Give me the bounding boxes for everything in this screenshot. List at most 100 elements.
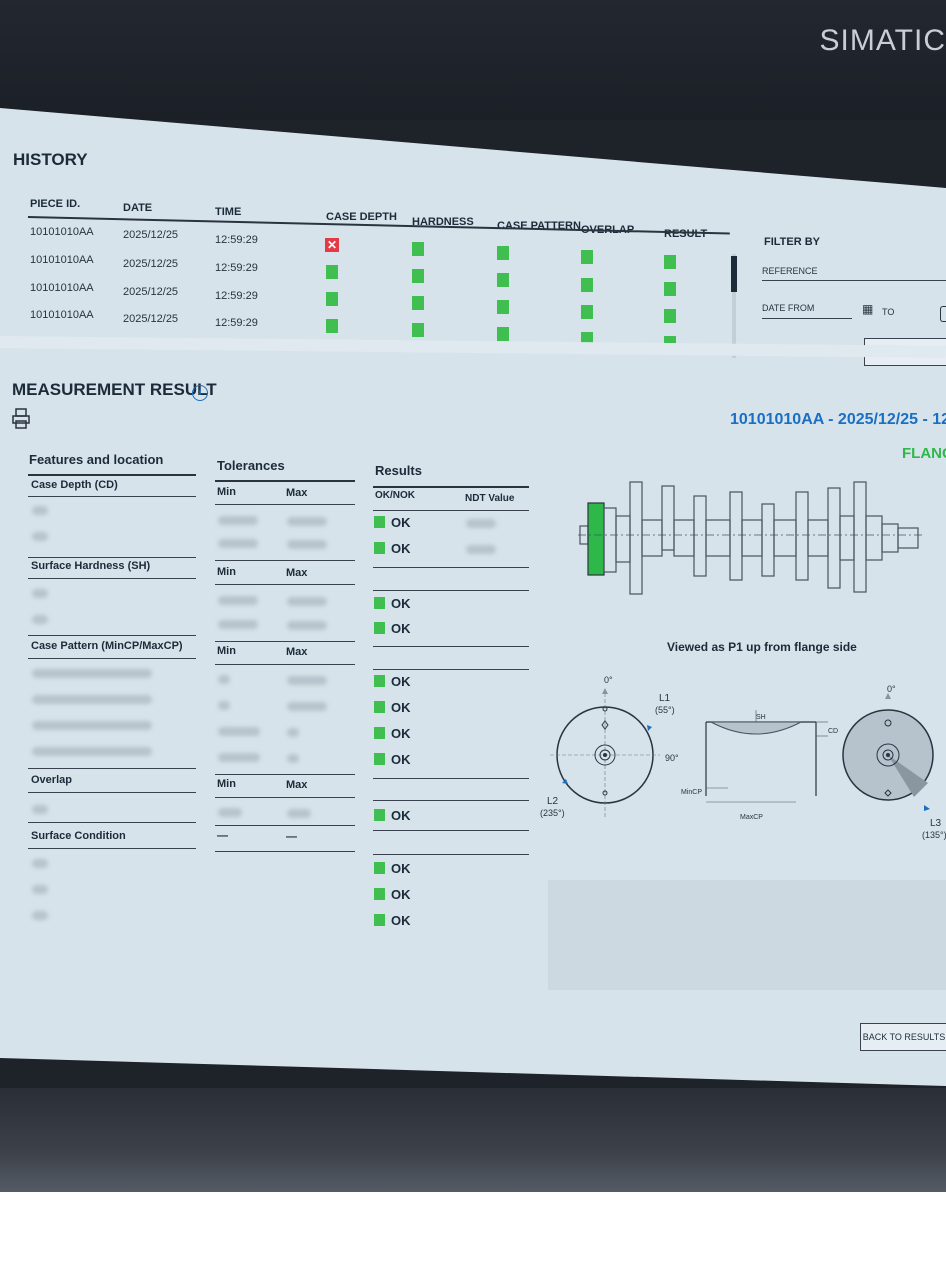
ok-status-icon xyxy=(581,278,593,292)
l1-angle: (55°) xyxy=(655,705,675,715)
section-view-right xyxy=(842,693,934,811)
row-divider xyxy=(28,557,196,558)
blurred-value xyxy=(287,621,327,630)
blurred-value xyxy=(218,808,242,817)
date-from-input[interactable] xyxy=(762,318,852,319)
ok-result: OK xyxy=(374,861,411,876)
ok-result: OK xyxy=(374,541,411,556)
history-row-time[interactable]: 12:59:29 xyxy=(215,317,258,329)
row-divider xyxy=(373,778,529,779)
section-case-pattern: Case Pattern (MinCP/MaxCP) xyxy=(31,640,183,652)
row-divider xyxy=(215,560,355,561)
blurred-location xyxy=(32,669,152,678)
section-case-depth: Case Depth (CD) xyxy=(31,479,118,491)
history-row-date[interactable]: 2025/12/25 xyxy=(123,286,178,298)
ok-status-icon xyxy=(581,250,593,264)
blurred-value xyxy=(218,701,230,710)
ok-status-icon xyxy=(374,675,385,687)
back-to-results-button[interactable]: BACK TO RESULTS xyxy=(860,1023,946,1051)
col-piece-id: PIECE ID. xyxy=(30,198,81,210)
blurred-value xyxy=(287,517,327,526)
history-row-time[interactable]: 12:59:29 xyxy=(215,234,258,246)
calendar-icon[interactable]: ▦ xyxy=(862,302,873,316)
blurred-value xyxy=(218,516,258,525)
row-divider xyxy=(28,496,196,497)
history-row-date[interactable]: 2025/12/25 xyxy=(123,258,178,270)
history-row-id[interactable]: 10101010AA xyxy=(30,309,94,321)
ok-status-icon xyxy=(326,265,338,279)
blurred-location xyxy=(32,885,48,894)
monitor-bezel-top xyxy=(0,0,946,120)
nok-status-icon: ✕ xyxy=(325,238,339,252)
ok-status-icon xyxy=(664,255,676,269)
reference-input[interactable] xyxy=(762,280,946,281)
ok-status-icon xyxy=(374,542,385,554)
blurred-value xyxy=(287,809,311,818)
ok-status-icon xyxy=(412,296,424,310)
ok-result: OK xyxy=(374,515,411,530)
history-row-time[interactable]: 12:59:29 xyxy=(215,290,258,302)
row-divider xyxy=(215,504,355,505)
ok-status-icon xyxy=(374,727,385,739)
col-case-depth: CASE DEPTH xyxy=(326,211,397,223)
panel-divider xyxy=(0,336,946,358)
angle-0-label: 0° xyxy=(604,675,613,685)
history-row-time[interactable]: 12:59:29 xyxy=(215,262,258,274)
blurred-value xyxy=(218,753,260,762)
ok-status-icon xyxy=(412,269,424,283)
print-icon[interactable] xyxy=(12,408,30,430)
blurred-value xyxy=(218,620,258,629)
max-label: Max xyxy=(286,487,308,499)
ok-status-icon xyxy=(497,300,509,314)
image-placeholder xyxy=(548,880,946,990)
row-divider xyxy=(28,822,196,823)
blurred-value xyxy=(287,676,327,685)
measurement-title: MEASUREMENT RESULT xyxy=(12,380,217,399)
row-divider xyxy=(373,669,529,670)
ok-status-icon xyxy=(497,327,509,341)
ok-status-icon xyxy=(374,862,385,874)
date-from-label: DATE FROM xyxy=(762,303,815,313)
calendar-icon[interactable] xyxy=(940,306,946,322)
history-scrollbar-thumb[interactable] xyxy=(731,256,737,292)
row-divider xyxy=(373,830,529,831)
max-label: Max xyxy=(286,646,308,658)
section-overlap: Overlap xyxy=(31,774,72,786)
ok-result: OK xyxy=(374,674,411,689)
row-divider xyxy=(373,590,529,591)
ok-status-icon xyxy=(497,246,509,260)
sh-label: SH xyxy=(756,714,766,721)
blurred-value xyxy=(466,545,496,554)
history-row-id[interactable]: 10101010AA xyxy=(30,226,94,238)
l3-angle: (135°) xyxy=(922,830,946,840)
ok-result: OK xyxy=(374,887,411,902)
ok-status-icon xyxy=(664,309,676,323)
view-caption: Viewed as P1 up from flange side xyxy=(667,640,857,654)
ok-result: OK xyxy=(374,700,411,715)
filter-title: FILTER BY xyxy=(764,236,821,248)
reference-label: REFERENCE xyxy=(762,266,818,276)
tolerances-divider xyxy=(215,480,355,482)
ok-status-icon xyxy=(326,319,338,333)
max-label: Max xyxy=(286,779,308,791)
row-divider xyxy=(28,658,196,659)
row-divider xyxy=(28,768,196,769)
history-row-date[interactable]: 2025/12/25 xyxy=(123,229,178,241)
ok-status-icon xyxy=(374,914,385,926)
blurred-location xyxy=(32,532,48,541)
history-row-id[interactable]: 10101010AA xyxy=(30,282,94,294)
info-icon[interactable]: i xyxy=(192,385,208,401)
ok-status-icon xyxy=(374,753,385,765)
tolerances-header: Tolerances xyxy=(217,458,285,473)
row-divider xyxy=(28,635,196,636)
history-row-date[interactable]: 2025/12/25 xyxy=(123,313,178,325)
l2-label: L2 xyxy=(547,796,559,807)
blurred-value xyxy=(218,539,258,548)
ok-status-icon xyxy=(374,809,385,821)
history-title: HISTORY xyxy=(13,150,88,169)
history-row-id[interactable]: 10101010AA xyxy=(30,254,94,266)
blurred-location xyxy=(32,747,152,756)
ok-status-icon xyxy=(412,242,424,256)
monitor-bezel-bottom xyxy=(0,1088,946,1192)
blurred-value xyxy=(218,596,258,605)
